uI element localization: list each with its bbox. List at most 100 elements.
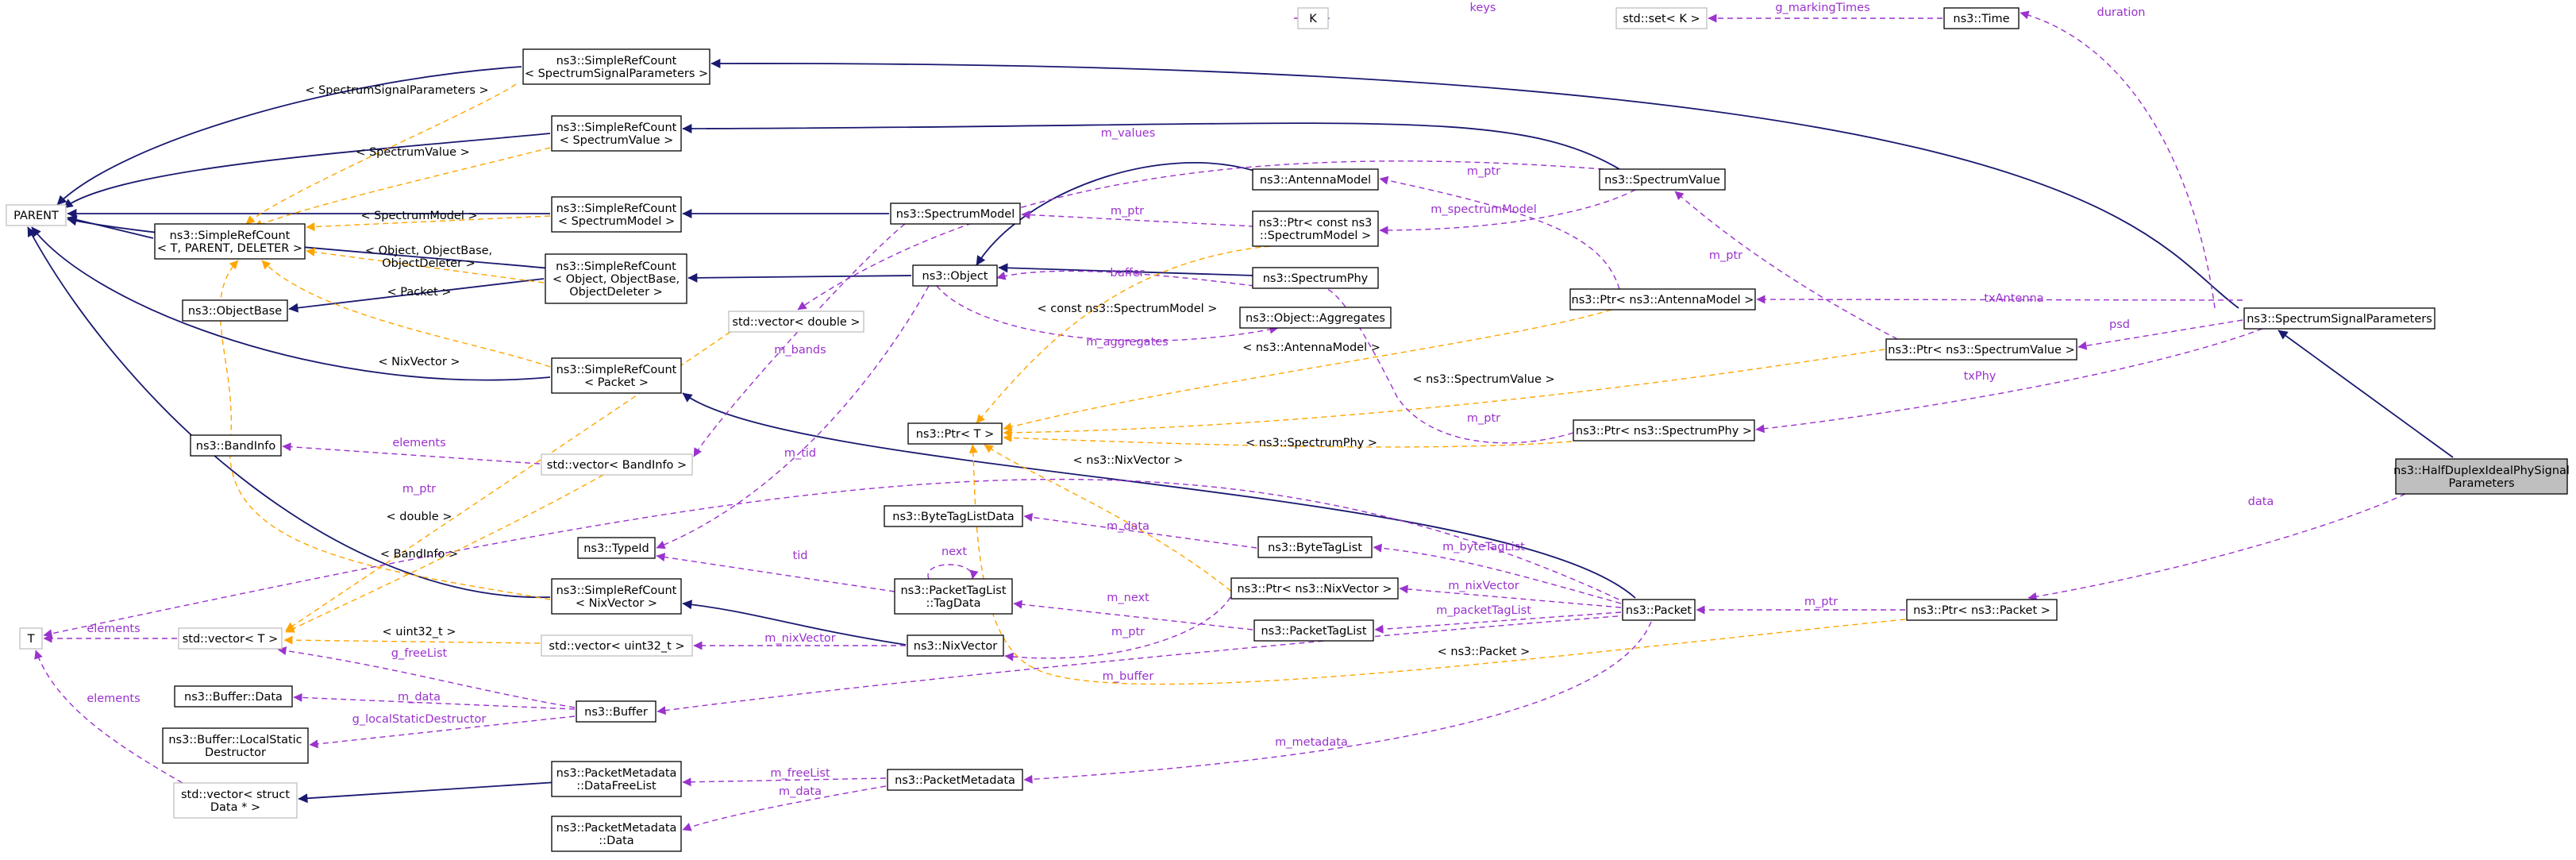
edge-next [927, 564, 979, 580]
edge-m-bands [693, 223, 906, 457]
node-vec-struct[interactable]: std::vector< struct Data * > [173, 782, 298, 819]
node-label-vec-double: std::vector< double > [732, 316, 860, 329]
node-k[interactable]: K [1297, 7, 1329, 29]
node-vec-double[interactable]: std::vector< double > [728, 310, 864, 333]
node-objaggregates[interactable]: ns3::Object::Aggregates [1239, 307, 1392, 329]
node-ptr-sv[interactable]: ns3::Ptr< ns3::SpectrumValue > [1885, 338, 2077, 361]
node-label-bytetaglistdata: ns3::ByteTagListData [892, 511, 1014, 523]
node-label-vec-bandinfo: std::vector< BandInfo > [547, 459, 687, 472]
edge-label-tpl-uint32: < uint32_t > [383, 626, 456, 638]
node-ptr-nix[interactable]: ns3::Ptr< ns3::NixVector > [1230, 577, 1399, 600]
node-vec-bandinfo[interactable]: std::vector< BandInfo > [541, 453, 693, 476]
edge-label-tpl-constsm: < const ns3::SpectrumModel > [1038, 303, 1218, 315]
node-label-ssp: ns3::SpectrumSignalParameters [2247, 313, 2432, 326]
node-ptr-constsm[interactable]: ns3::Ptr< const ns3::SpectrumModel > [1252, 210, 1379, 247]
edge-label-tpl-packet: < ns3::Packet > [1438, 646, 1531, 658]
node-t[interactable]: T [19, 627, 43, 650]
edge-label-tpl-nix: < NixVector > [378, 356, 460, 368]
node-label-objectbase: ns3::ObjectBase [188, 305, 282, 318]
inheritance-edge-2 [63, 133, 551, 209]
node-ptr-packet[interactable]: ns3::Ptr< ns3::Packet > [1906, 599, 2058, 621]
node-spectrummodel[interactable]: ns3::SpectrumModel [890, 202, 1021, 225]
node-pmdf[interactable]: ns3::PacketMetadata::DataFreeList [551, 761, 682, 797]
node-packetmetadata[interactable]: ns3::PacketMetadata [887, 769, 1023, 791]
node-label-ptr-packet: ns3::Ptr< ns3::Packet > [1913, 604, 2050, 617]
node-packettaglist[interactable]: ns3::PacketTagList [1253, 619, 1374, 642]
node-vec-uint32[interactable]: std::vector< uint32_t > [541, 634, 693, 657]
edge-label-m-bytetaglist: m_byteTagList [1442, 541, 1525, 553]
edge-label-m-buffer: m_buffer [1103, 670, 1154, 683]
node-bytetaglistdata[interactable]: ns3::ByteTagListData [884, 505, 1023, 527]
edge-label-m-spectrummodel: m_spectrumModel [1430, 203, 1537, 216]
edge-label-tpl-ssp: < SpectrumSignalParameters > [305, 84, 488, 97]
node-label-src-sv: ns3::SimpleRefCount < SpectrumValue > [556, 121, 677, 147]
edge-label-tpl-double: < double > [387, 511, 452, 523]
node-ptltagdata[interactable]: ns3::PacketTagList::TagData [894, 578, 1013, 615]
edge-label-m-metadata: m_metadata [1275, 736, 1348, 749]
node-ptr-antenna[interactable]: ns3::Ptr< ns3::AntennaModel > [1569, 288, 1756, 310]
node-src-nix[interactable]: ns3::SimpleRefCount < NixVector > [551, 578, 682, 615]
edge-m-metadata [1023, 621, 1652, 784]
edge-label-m-ptr-pkt: m_ptr [1804, 596, 1838, 608]
edge-label-tpl-spectrumvalue: < ns3::SpectrumValue > [1412, 373, 1554, 386]
node-spectrumphy[interactable]: ns3::SpectrumPhy [1252, 267, 1379, 289]
node-bufferdata[interactable]: ns3::Buffer::Data [174, 685, 293, 708]
node-hdipsp[interactable]: ns3::HalfDuplexIdealPhySignal Parameters [2393, 458, 2570, 495]
edge-label-elements-bandinfo: elements [392, 437, 445, 449]
node-label-src-t: ns3::SimpleRefCount < T, PARENT, DELETER … [157, 229, 302, 255]
node-label-spectrummodel: ns3::SpectrumModel [896, 208, 1015, 221]
node-label-nixvector: ns3::NixVector [914, 640, 997, 653]
edge-label-tpl-bandinfo: < BandInfo > [380, 548, 458, 561]
node-vec-t[interactable]: std::vector< T > [178, 627, 283, 650]
edge-label-txantenna: txAntenna [1984, 292, 2043, 305]
node-time[interactable]: ns3::Time [1943, 7, 2020, 29]
edge-label-duration: duration [2097, 6, 2145, 19]
edge-m-ptr-t [43, 478, 1628, 638]
edge-label-tpl-sm: < SpectrumModel > [360, 210, 477, 222]
edge-label-m-nixvector: m_nixVector [1448, 580, 1519, 592]
node-label-packettaglist: ns3::PacketTagList [1261, 625, 1366, 638]
node-nixvector[interactable]: ns3::NixVector [907, 634, 1004, 657]
node-antennamodel[interactable]: ns3::AntennaModel [1252, 168, 1379, 191]
node-src-pkt[interactable]: ns3::SimpleRefCount < Packet > [551, 357, 682, 394]
node-ptr-t[interactable]: ns3::Ptr< T > [907, 422, 1003, 445]
node-label-objaggregates: ns3::Object::Aggregates [1246, 312, 1385, 325]
edge-label-m-aggregates: m_aggregates [1086, 336, 1168, 349]
node-ptr-sphy[interactable]: ns3::Ptr< ns3::SpectrumPhy > [1573, 419, 1755, 442]
edge-m-values [797, 160, 1604, 310]
edge-label-tpl-obj: < Object, ObjectBase, ObjectDeleter > [365, 245, 492, 270]
edge-label-buffer: buffer [1110, 267, 1144, 280]
edge-m-ptr-antenna [1379, 175, 1620, 290]
node-spectrumvalue[interactable]: ns3::SpectrumValue [1599, 168, 1726, 191]
node-src-t[interactable]: ns3::SimpleRefCount < T, PARENT, DELETER … [154, 223, 306, 260]
edge-label-txphy: txPhy [1964, 370, 1996, 383]
edge-label-g-freelist: g_freeList [391, 647, 448, 660]
node-src-sv[interactable]: ns3::SimpleRefCount < SpectrumValue > [551, 115, 682, 152]
node-label-typeid: ns3::TypeId [583, 542, 649, 555]
node-typeid[interactable]: ns3::TypeId [577, 537, 656, 559]
edge-layer: keys g_markingTimes duration < SpectrumSign… [27, 2, 2454, 831]
edge-label-m-ptr-t: m_ptr [402, 483, 436, 496]
node-ssp[interactable]: ns3::SpectrumSignalParameters [2243, 307, 2435, 330]
node-object[interactable]: ns3::Object [912, 264, 998, 287]
node-buffer[interactable]: ns3::Buffer [576, 700, 657, 723]
node-bandinfo[interactable]: ns3::BandInfo [190, 434, 282, 457]
edge-label-m-values: m_values [1101, 127, 1156, 140]
node-packet[interactable]: ns3::Packet [1622, 599, 1696, 621]
node-parent[interactable]: PARENT [6, 204, 67, 226]
node-label-ptr-sphy: ns3::Ptr< ns3::SpectrumPhy > [1576, 425, 1752, 438]
edge-label-m-freelist: m_freeList [770, 767, 830, 780]
node-label-bytetaglist: ns3::ByteTagList [1268, 542, 1362, 554]
node-src-sm[interactable]: ns3::SimpleRefCount < SpectrumModel > [551, 196, 682, 233]
node-std-set-k[interactable]: std::set< K > [1615, 7, 1708, 29]
node-pmd[interactable]: ns3::PacketMetadata::Data [551, 816, 682, 852]
node-src-ssp[interactable]: ns3::SimpleRefCount < SpectrumSignalParam… [522, 48, 710, 85]
node-bufferlsd[interactable]: ns3::Buffer::LocalStatic Destructor [162, 727, 309, 764]
node-objectbase[interactable]: ns3::ObjectBase [182, 299, 288, 322]
edge-label-elements-struct: elements [87, 692, 140, 705]
node-label-ptr-constsm: ns3::Ptr< const ns3::SpectrumModel > [1259, 217, 1373, 242]
node-label-vec-t: std::vector< T > [183, 633, 279, 646]
node-bytetaglist[interactable]: ns3::ByteTagList [1257, 536, 1373, 558]
edge-label-m-ptr-antenna: m_ptr [1467, 165, 1500, 178]
node-src-obj[interactable]: ns3::SimpleRefCount < Object, ObjectBase,… [545, 253, 687, 304]
